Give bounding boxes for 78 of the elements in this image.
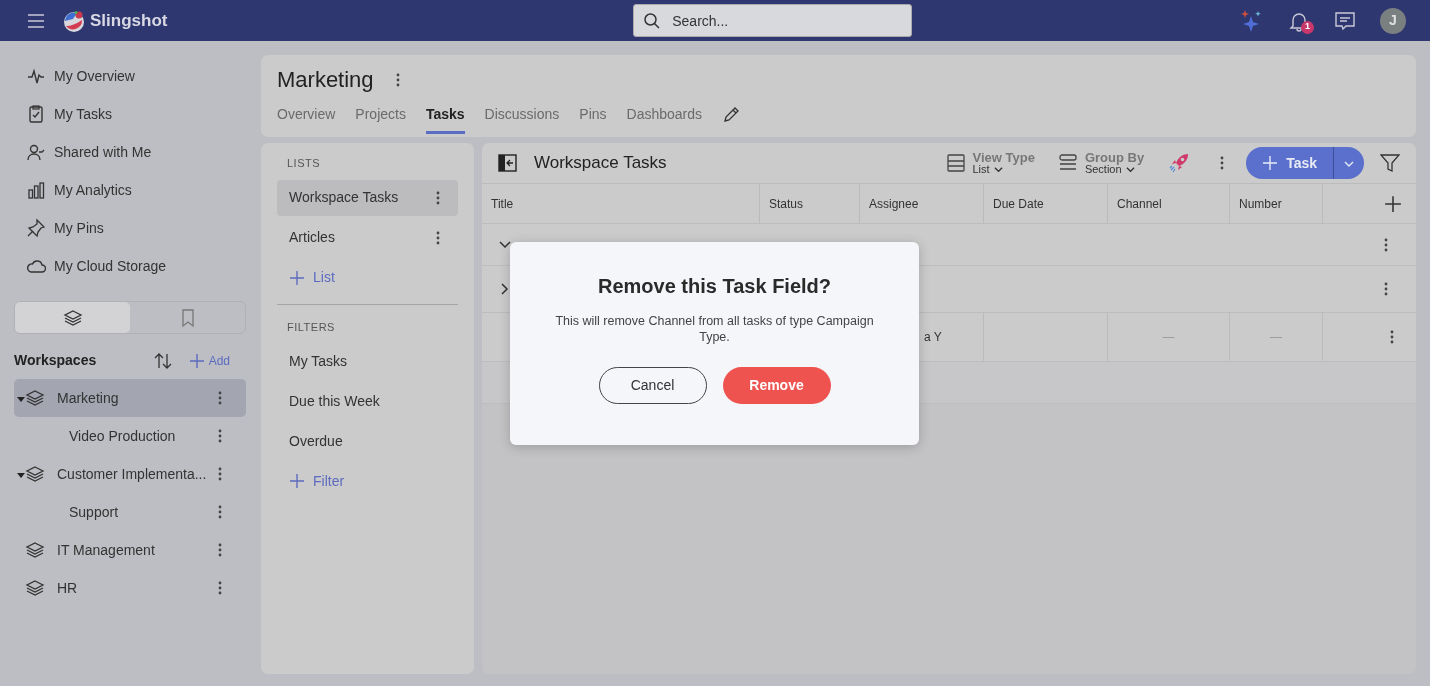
table-cell-text: — <box>1162 329 1175 346</box>
dialog-title: Remove this Task Field? <box>598 274 831 299</box>
nav-item[interactable]: My Analytics <box>0 171 260 209</box>
workspace-label: HR <box>57 578 79 598</box>
workspace-label: Customer Implementa... <box>57 464 208 484</box>
panel-toggle-icon <box>498 153 518 173</box>
clipboard-icon <box>26 104 46 124</box>
nav-item[interactable]: My Tasks <box>0 95 260 133</box>
list-label: Due this Week <box>289 391 381 411</box>
nav-item[interactable]: My Cloud Storage <box>0 247 260 285</box>
section-title: Workspaces <box>14 351 98 370</box>
tab[interactable]: Tasks <box>425 104 465 134</box>
view-type-dropdown[interactable]: View Type List <box>946 151 1035 175</box>
list-label: Workspace Tasks <box>289 188 400 207</box>
search-field[interactable]: Search... <box>633 4 913 37</box>
list-item[interactable]: My Tasks <box>277 343 458 379</box>
list-item[interactable]: Due this Week <box>277 383 458 419</box>
chevron-down-icon <box>993 165 1003 174</box>
workspace-item[interactable]: Video Production <box>14 417 246 455</box>
column-header: Number <box>1230 184 1323 223</box>
workspace-item[interactable]: IT Management <box>14 531 246 569</box>
workspace-item[interactable]: Support <box>14 493 246 531</box>
add-column-icon[interactable] <box>1384 194 1402 213</box>
list-label: Articles <box>289 228 336 247</box>
plus-icon <box>188 352 205 369</box>
notification-count: 1 <box>1301 20 1314 34</box>
workspace-item[interactable]: HR <box>14 569 246 607</box>
caret-icon <box>17 470 25 479</box>
section-heading: LISTS <box>286 156 322 171</box>
chat-icon[interactable] <box>1334 9 1356 32</box>
logo-icon <box>62 8 86 33</box>
column-header: Title <box>482 184 760 223</box>
column-header: Status <box>760 184 860 223</box>
workspace-label: Video Production <box>69 426 177 446</box>
app-name: Slingshot <box>90 9 168 32</box>
column-header: Assignee <box>860 184 984 223</box>
group-icon <box>1058 154 1077 172</box>
edit-icon[interactable] <box>722 106 741 124</box>
search-icon <box>643 12 662 30</box>
nav-item[interactable]: My Overview <box>0 57 260 95</box>
list-label: Overdue <box>289 431 344 451</box>
bar-chart-icon <box>26 180 46 200</box>
list-label: My Tasks <box>289 351 349 371</box>
column-header: Due Date <box>984 184 1108 223</box>
plus-icon <box>1262 155 1279 171</box>
list-view-icon <box>946 154 965 172</box>
list-item[interactable]: Articles <box>277 219 458 256</box>
layers-icon <box>25 464 45 484</box>
column-header: Channel <box>1108 184 1230 223</box>
layers-icon <box>25 388 45 408</box>
layers-icon <box>25 578 45 598</box>
panel-title: Workspace Tasks <box>534 152 668 175</box>
workspace-label: Marketing <box>57 388 120 408</box>
caret-icon <box>17 394 25 403</box>
list-item[interactable]: Workspace Tasks <box>277 179 458 216</box>
table-cell-text: — <box>1270 329 1282 346</box>
page-title: Marketing <box>277 66 374 94</box>
dialog-message: This will remove Channel from all tasks of type Campaign Type. <box>554 313 875 345</box>
plus-icon <box>289 269 305 286</box>
filter-icon[interactable] <box>1380 153 1400 173</box>
person-icon <box>26 142 46 162</box>
group-by-dropdown[interactable]: Group By Section <box>1058 151 1145 175</box>
dropdown-button[interactable] <box>1333 147 1364 179</box>
new-task-button[interactable]: Task <box>1246 147 1333 179</box>
rocket-icon[interactable] <box>1168 152 1191 174</box>
workspace-label: Support <box>69 502 120 522</box>
table-cell-text: a Y <box>924 329 942 346</box>
nav-item[interactable]: Shared with Me <box>0 133 260 171</box>
chevron-down-icon <box>1125 165 1135 174</box>
workspace-item[interactable]: Customer Implementa... <box>14 455 246 493</box>
plus-icon <box>289 473 305 489</box>
workspace-item[interactable]: Marketing <box>14 379 246 417</box>
layers-icon <box>25 540 45 560</box>
list-item[interactable]: Overdue <box>277 423 458 459</box>
workspace-label: IT Management <box>57 540 156 560</box>
nav-item[interactable]: My Pins <box>0 209 260 247</box>
pin-icon <box>26 218 46 238</box>
section-heading: FILTERS <box>286 319 336 335</box>
